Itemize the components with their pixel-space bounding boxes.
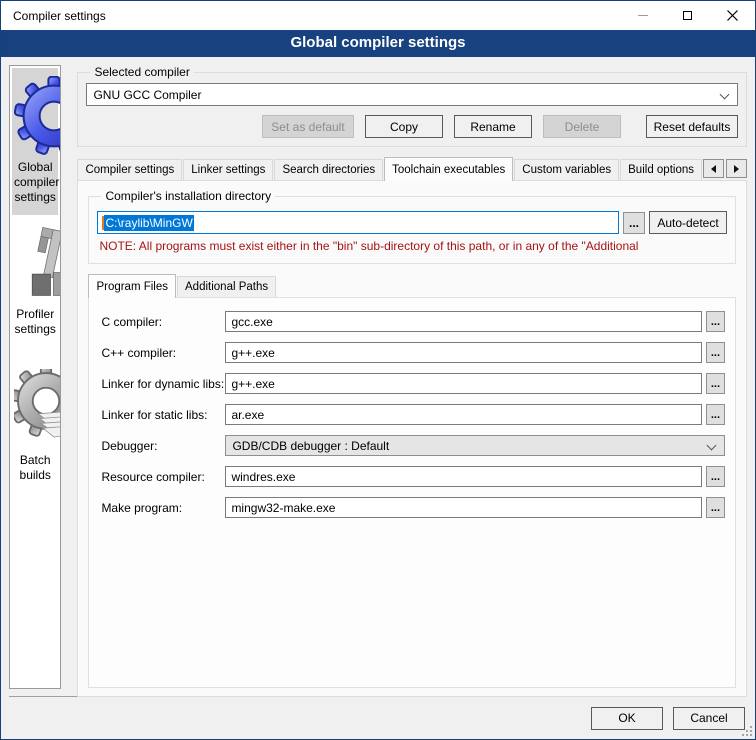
tab-additional-paths[interactable]: Additional Paths xyxy=(177,276,276,297)
sidebar-item-global-compiler-settings[interactable]: Global compiler settings xyxy=(12,68,58,215)
cpp-compiler-browse-button[interactable]: ... xyxy=(706,342,725,363)
settings-tabstrip: Compiler settings Linker settings Search… xyxy=(77,157,747,180)
gray-gear-stack-icon xyxy=(14,369,61,449)
c-compiler-browse-button[interactable]: ... xyxy=(706,311,725,332)
minimize-icon xyxy=(638,15,648,16)
field-label: Make program: xyxy=(101,501,225,515)
compiler-settings-dialog: Compiler settings Global compiler settin… xyxy=(0,0,756,740)
close-button[interactable] xyxy=(710,1,755,30)
selected-compiler-group-label: Selected compiler xyxy=(90,65,193,79)
reset-defaults-button[interactable]: Reset defaults xyxy=(646,115,738,138)
field-label: C compiler: xyxy=(101,315,225,329)
field-label: C++ compiler: xyxy=(101,346,225,360)
resource-compiler-input[interactable] xyxy=(225,466,701,487)
arrow-right-icon xyxy=(734,165,739,173)
field-label: Linker for dynamic libs: xyxy=(101,377,225,391)
maximize-button[interactable] xyxy=(665,1,710,30)
install-dir-value: C:\raylib\MinGW xyxy=(104,215,193,231)
sidebar-item-label: Batch builds xyxy=(14,453,56,483)
cancel-button[interactable]: Cancel xyxy=(673,707,745,730)
close-icon xyxy=(727,10,738,21)
tab-program-files[interactable]: Program Files xyxy=(88,274,176,298)
field-row-dynamic-linker: Linker for dynamic libs: ... xyxy=(101,373,725,394)
debugger-select-value: GDB/CDB debugger : Default xyxy=(232,439,389,453)
maximize-icon xyxy=(683,11,692,20)
auto-detect-button[interactable]: Auto-detect xyxy=(649,211,727,234)
delete-button: Delete xyxy=(543,115,621,138)
selected-compiler-group: Selected compiler GNU GCC Compiler Set a… xyxy=(77,65,747,147)
field-label: Linker for static libs: xyxy=(101,408,225,422)
static-linker-input[interactable] xyxy=(225,404,701,425)
rename-button[interactable]: Rename xyxy=(454,115,532,138)
make-program-input[interactable] xyxy=(225,497,701,518)
dynamic-linker-browse-button[interactable]: ... xyxy=(706,373,725,394)
settings-category-list: Global compiler settings Profiler settin… xyxy=(9,65,61,689)
install-dir-group: Compiler's installation directory C:\ray… xyxy=(88,189,736,264)
make-program-browse-button[interactable]: ... xyxy=(706,497,725,518)
tab-toolchain-executables[interactable]: Toolchain executables xyxy=(384,157,513,181)
chevron-down-icon xyxy=(720,90,730,100)
chevron-down-icon xyxy=(707,441,717,451)
debugger-select[interactable]: GDB/CDB debugger : Default xyxy=(225,435,725,456)
set-as-default-button: Set as default xyxy=(262,115,354,138)
install-dir-group-label: Compiler's installation directory xyxy=(101,189,275,203)
window-title: Compiler settings xyxy=(1,9,620,23)
field-row-resource-compiler: Resource compiler: ... xyxy=(101,466,725,487)
c-compiler-input[interactable] xyxy=(225,311,701,332)
tab-compiler-settings[interactable]: Compiler settings xyxy=(77,159,182,180)
tab-scroll-right-button[interactable] xyxy=(726,159,747,178)
ok-button[interactable]: OK xyxy=(591,707,663,730)
static-linker-browse-button[interactable]: ... xyxy=(706,404,725,425)
field-row-static-linker: Linker for static libs: ... xyxy=(101,404,725,425)
sidebar-item-profiler-settings[interactable]: Profiler settings xyxy=(12,219,58,347)
titlebar[interactable]: Compiler settings xyxy=(1,1,755,30)
tab-custom-variables[interactable]: Custom variables xyxy=(514,159,619,180)
minimize-button[interactable] xyxy=(620,1,665,30)
field-label: Resource compiler: xyxy=(101,470,225,484)
install-dir-browse-button[interactable]: ... xyxy=(623,212,645,234)
install-dir-input[interactable]: C:\raylib\MinGW xyxy=(97,211,619,234)
cpp-compiler-input[interactable] xyxy=(225,342,701,363)
toolchain-executables-panel: Compiler's installation directory C:\ray… xyxy=(77,180,747,697)
field-row-debugger: Debugger: GDB/CDB debugger : Default xyxy=(101,435,725,456)
resize-grip[interactable] xyxy=(740,724,753,737)
tab-search-directories[interactable]: Search directories xyxy=(274,159,383,180)
sidebar-item-label: Profiler settings xyxy=(14,307,56,337)
copy-button[interactable]: Copy xyxy=(365,115,443,138)
tab-build-options[interactable]: Build options xyxy=(620,159,702,180)
tab-linker-settings[interactable]: Linker settings xyxy=(183,159,273,180)
page-title: Global compiler settings xyxy=(1,30,755,57)
dynamic-linker-input[interactable] xyxy=(225,373,701,394)
footer: OK Cancel xyxy=(1,697,755,739)
caliper-icon xyxy=(14,227,61,303)
program-files-tabstrip: Program Files Additional Paths xyxy=(88,274,736,297)
sidebar-item-label: Global compiler settings xyxy=(14,160,56,205)
field-label: Debugger: xyxy=(101,439,225,453)
resource-compiler-browse-button[interactable]: ... xyxy=(706,466,725,487)
sidebar-item-batch-builds[interactable]: Batch builds xyxy=(12,361,58,493)
compiler-select-value: GNU GCC Compiler xyxy=(93,88,201,102)
arrow-left-icon xyxy=(711,165,716,173)
program-files-panel: C compiler: ... C++ compiler: ... xyxy=(88,297,736,688)
compiler-select[interactable]: GNU GCC Compiler xyxy=(86,83,738,106)
install-dir-note: NOTE: All programs must exist either in … xyxy=(99,239,725,253)
field-row-c-compiler: C compiler: ... xyxy=(101,311,725,332)
tab-scroll-left-button[interactable] xyxy=(703,159,724,178)
field-row-make-program: Make program: ... xyxy=(101,497,725,518)
field-row-cpp-compiler: C++ compiler: ... xyxy=(101,342,725,363)
blue-gear-icon xyxy=(14,76,61,156)
